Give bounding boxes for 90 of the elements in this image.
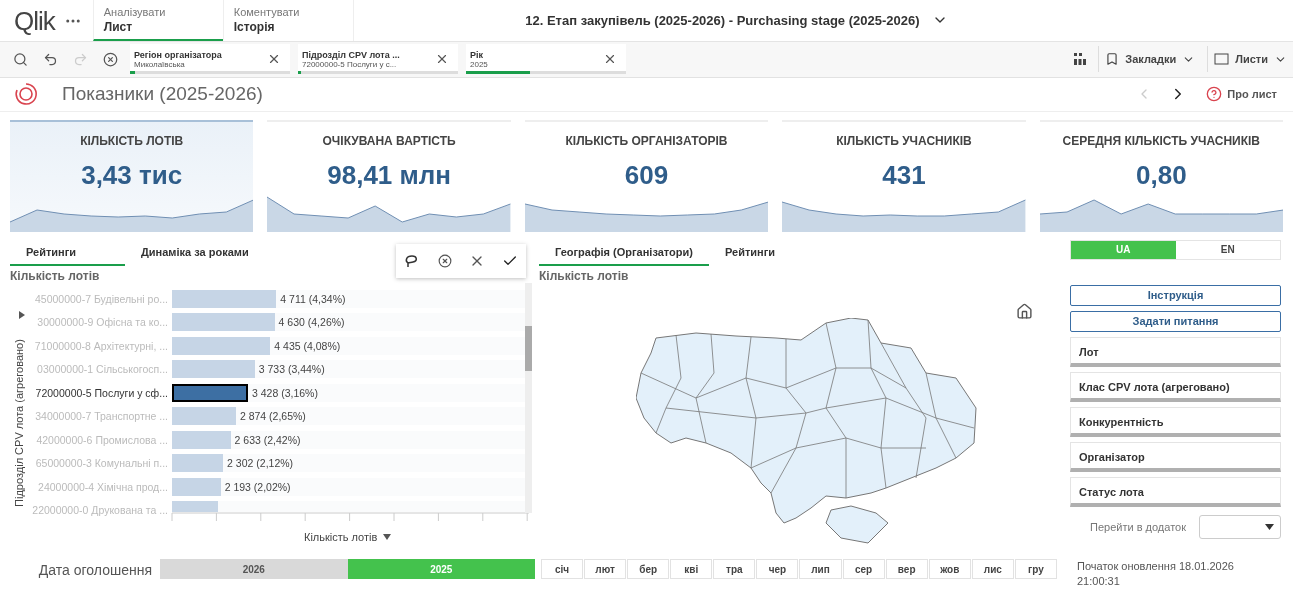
caret-icon xyxy=(1265,523,1274,530)
goto-label: Перейти в додаток xyxy=(1090,520,1187,533)
month-option[interactable]: кві xyxy=(670,559,713,580)
app-dropdown[interactable] xyxy=(1199,514,1281,539)
chart-tab[interactable]: Рейтинги xyxy=(10,239,125,266)
value-label: 4 630 (4,26%) xyxy=(278,316,345,329)
kpi-title: КІЛЬКІСТЬ ЛОТІВ xyxy=(80,133,184,148)
value-label: 3 733 (3,44%) xyxy=(258,363,325,376)
axis-title: Підрозділ CPV лота (агреговано) xyxy=(13,338,25,507)
sheets-button[interactable]: Листи xyxy=(1207,46,1293,73)
value-label: 2 633 (2,42%) xyxy=(234,433,301,446)
bookmark-icon xyxy=(1105,52,1120,67)
value-label: 4 435 (4,08%) xyxy=(274,339,341,352)
chip-value: Миколаївська xyxy=(134,59,185,69)
kpi-value: 0,80 xyxy=(1136,159,1187,191)
month-option[interactable]: жов xyxy=(928,559,971,580)
about-sheet-button[interactable]: Про лист xyxy=(1200,85,1283,104)
bar[interactable] xyxy=(172,383,248,402)
value-label: 2 193 (2,02%) xyxy=(224,480,291,493)
x-axis-title[interactable]: Кількість лотів xyxy=(304,530,392,543)
side-button[interactable]: Інструкція xyxy=(1070,284,1281,306)
bookmarks-button[interactable]: Закладки xyxy=(1098,46,1202,73)
update-time: Початок оновлення 18.01.2026 21:00:31 xyxy=(1077,559,1235,590)
help-icon xyxy=(1206,86,1223,103)
tab-label: Аналізувати xyxy=(103,6,167,18)
chart-tab[interactable]: Географія (Організатори) xyxy=(539,239,709,266)
selection-chip[interactable]: Підрозділ CPV лота ... 72000000-5 Послуги у с... xyxy=(298,44,458,75)
scrollbar-thumb[interactable] xyxy=(525,325,532,371)
month-option[interactable]: січ xyxy=(541,559,584,580)
scrollbar[interactable] xyxy=(525,282,532,513)
filter-pane[interactable]: Конкурентність xyxy=(1070,406,1281,437)
side-button[interactable]: Задати питання xyxy=(1070,310,1281,332)
month-option[interactable]: гру xyxy=(1014,559,1057,580)
app-logo-icon xyxy=(14,82,38,107)
filter-pane[interactable]: Лот xyxy=(1070,336,1281,367)
tab-label: Коментувати xyxy=(233,6,301,18)
kpi-value: 98,41 млн xyxy=(327,159,451,191)
year-option[interactable]: 2026 xyxy=(160,559,348,580)
month-option[interactable]: лют xyxy=(584,559,627,580)
kpi-title: КІЛЬКІСТЬ ОРГАНІЗАТОРІВ xyxy=(565,133,728,148)
kpi-value: 431 xyxy=(882,159,926,191)
caret-icon xyxy=(383,533,392,540)
kpi-title: ОЧІКУВАНА ВАРТІСТЬ xyxy=(322,133,456,148)
value-label: 2 874 (2,65%) xyxy=(239,410,306,423)
month-option[interactable]: лис xyxy=(971,559,1014,580)
month-option[interactable]: чер xyxy=(756,559,799,580)
tab-sublabel: Історія xyxy=(233,20,276,34)
month-option[interactable]: сер xyxy=(842,559,885,580)
value-label: 2 302 (2,12%) xyxy=(227,457,294,470)
kpi-title: СЕРЕДНЯ КІЛЬКІСТЬ УЧАСНИКІВ xyxy=(1062,133,1261,148)
kpi-card[interactable]: ОЧІКУВАНА ВАРТІСТЬ 98,41 млн xyxy=(267,119,511,232)
tab-sublabel: Лист xyxy=(103,20,134,34)
chip-field: Рік xyxy=(470,49,598,60)
category-label[interactable]: 72000000-5 Послуги у сф... xyxy=(30,383,168,408)
kpi-value: 609 xyxy=(624,159,669,191)
kpi-card[interactable]: СЕРЕДНЯ КІЛЬКІСТЬ УЧАСНИКІВ 0,80 xyxy=(1039,119,1284,232)
home-icon[interactable] xyxy=(1016,302,1033,320)
chip-value: 72000000-5 Послуги у с... xyxy=(302,59,398,69)
kpi-card[interactable]: КІЛЬКІСТЬ УЧАСНИКІВ 431 xyxy=(782,119,1026,232)
sheet-icon xyxy=(1214,53,1230,66)
map-subtitle: Кількість лотів xyxy=(539,268,630,283)
value-label: 4 711 (4,34%) xyxy=(280,292,346,305)
app-title: 12. Етап закупівель (2025-2026) - Purchasing stage (2025-2026) xyxy=(525,12,920,28)
chart-tab[interactable]: Рейтинги xyxy=(709,239,809,266)
chip-field: Підрозділ CPV лота ... xyxy=(302,49,430,60)
chip-value: 2025 xyxy=(470,59,489,69)
date-filter-label: Дата оголошення xyxy=(37,562,153,579)
month-option[interactable]: бер xyxy=(627,559,670,580)
month-option[interactable]: лип xyxy=(799,559,842,580)
sheet-title: Показники (2025-2026) xyxy=(62,83,264,106)
month-option[interactable]: вер xyxy=(885,559,928,580)
kpi-card[interactable]: КІЛЬКІСТЬ ОРГАНІЗАТОРІВ 609 xyxy=(524,119,769,232)
kpi-title: КІЛЬКІСТЬ УЧАСНИКІВ xyxy=(836,133,972,148)
chip-field: Регіон організатора xyxy=(134,49,262,60)
filter-pane[interactable]: Статус лота xyxy=(1070,476,1281,507)
selection-chip[interactable]: Рік 2025 xyxy=(466,44,626,75)
chart-tab[interactable]: Динаміка за роками xyxy=(125,239,295,266)
kpi-card[interactable]: КІЛЬКІСТЬ ЛОТІВ 3,43 тис xyxy=(10,119,254,232)
nav-tab[interactable]: Аналізувати Лист xyxy=(92,0,223,41)
month-option[interactable]: тра xyxy=(713,559,756,580)
map-drawing[interactable] xyxy=(636,317,977,544)
filter-pane[interactable]: Клас CPV лота (агреговано) xyxy=(1070,371,1281,402)
chart-subtitle: Кількість лотів xyxy=(10,268,101,283)
filter-pane[interactable]: Організатор xyxy=(1070,441,1281,472)
logo[interactable]: Qlik xyxy=(0,0,61,41)
selection-chip[interactable]: Регіон організатора Миколаївська xyxy=(130,44,290,75)
value-label: 3 428 (3,16%) xyxy=(251,386,318,399)
kpi-value: 3,43 тис xyxy=(81,159,183,191)
nav-tab[interactable]: Коментувати Історія xyxy=(222,0,353,41)
expand-icon[interactable] xyxy=(19,310,25,319)
